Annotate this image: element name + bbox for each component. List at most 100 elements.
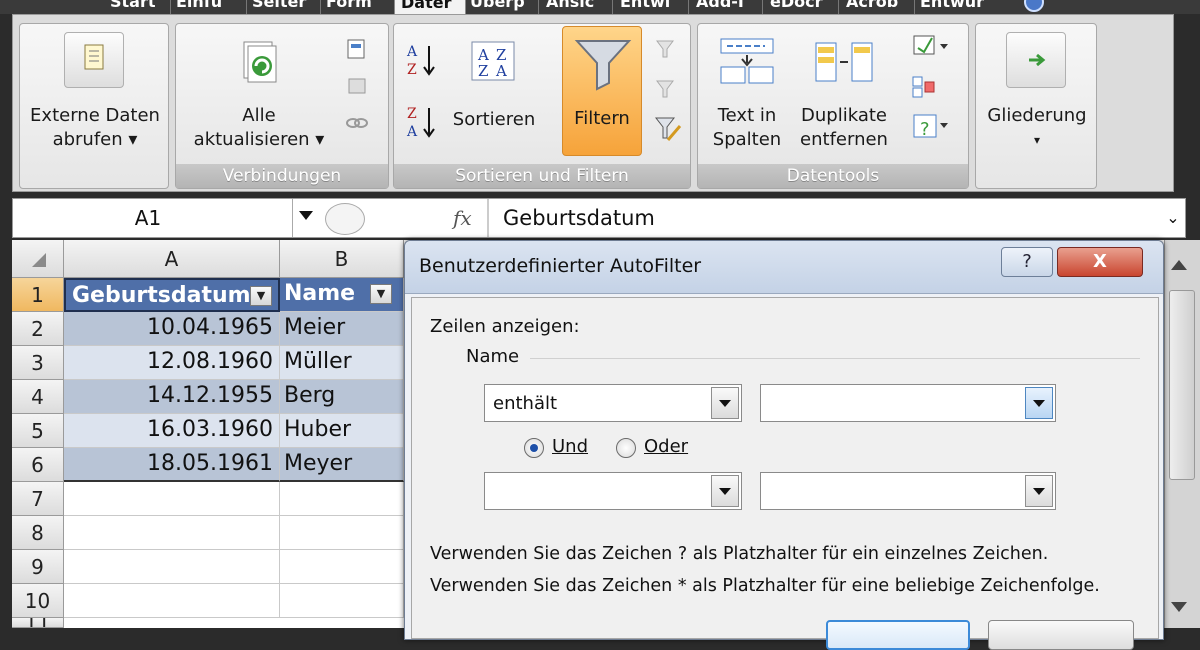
row-header[interactable]: 8	[12, 516, 64, 550]
column-header-b[interactable]: B	[280, 240, 404, 278]
tab-formeln[interactable]: Form	[326, 0, 386, 14]
table-cell[interactable]: 14.12.1955	[64, 380, 280, 414]
row-header[interactable]: 3	[12, 346, 64, 380]
table-cell[interactable]: 10.04.1965	[64, 312, 280, 346]
sort-descending-icon[interactable]: ZA	[404, 102, 440, 142]
refresh-all-icon[interactable]	[232, 36, 286, 90]
row-header[interactable]: 2	[12, 312, 64, 346]
remove-duplicates-icon[interactable]	[808, 34, 878, 88]
row-header[interactable]: 9	[12, 550, 64, 584]
empty-cell[interactable]	[280, 584, 404, 618]
remove-duplicates-label-1[interactable]: Duplikate	[794, 104, 894, 128]
or-radio[interactable]	[616, 438, 636, 458]
filter-button[interactable]: Filtern	[562, 26, 642, 156]
row-header[interactable]: 11	[12, 618, 64, 628]
external-data-label-1[interactable]: Externe Daten	[18, 104, 172, 128]
table-cell[interactable]: Berg	[280, 380, 404, 414]
cancel-button[interactable]	[988, 620, 1134, 650]
empty-cell[interactable]	[64, 516, 280, 550]
help-button[interactable]: ?	[1001, 247, 1053, 277]
connections-icon[interactable]	[342, 34, 372, 64]
select-all-corner[interactable]	[12, 240, 64, 278]
edit-links-icon[interactable]	[342, 108, 372, 138]
filter-dropdown-icon[interactable]: ▼	[250, 286, 272, 306]
tab-daten[interactable]: Dater	[394, 0, 466, 15]
outline-label-2[interactable]: ▾	[976, 128, 1098, 152]
refresh-all-label-1[interactable]: Alle	[224, 104, 294, 128]
tab-add-ins[interactable]: Add-I	[696, 0, 758, 14]
and-radio[interactable]	[524, 438, 544, 458]
text-to-columns-label-1[interactable]: Text in	[710, 104, 784, 128]
condition2-operator-select[interactable]	[484, 472, 742, 510]
table-cell[interactable]: 18.05.1961	[64, 448, 280, 482]
tab-seitenlayout[interactable]: Seiter	[252, 0, 318, 14]
tab-ansicht[interactable]: Ansic	[546, 0, 608, 14]
help-icon[interactable]	[1024, 0, 1044, 12]
empty-cell[interactable]	[64, 550, 280, 584]
vertical-scrollbar[interactable]	[1164, 240, 1200, 628]
name-box-dropdown-icon[interactable]	[299, 211, 313, 220]
tab-einfuegen[interactable]: Einfü	[176, 0, 242, 14]
table-cell[interactable]: Meier	[280, 312, 404, 346]
table-cell[interactable]: Meyer	[280, 448, 404, 482]
dialog-titlebar[interactable]: Benutzerdefinierter AutoFilter ? X	[405, 241, 1163, 294]
chevron-down-icon[interactable]	[711, 387, 739, 419]
chevron-down-icon[interactable]	[711, 475, 739, 507]
tab-acrobat[interactable]: Acrob	[846, 0, 910, 14]
refresh-all-label-2[interactable]: aktualisieren ▾	[184, 128, 334, 152]
empty-cell[interactable]	[64, 584, 280, 618]
close-button[interactable]: X	[1057, 247, 1143, 277]
properties-icon[interactable]	[342, 70, 372, 100]
sort-button-label[interactable]: Sortieren	[444, 108, 544, 132]
external-data-label-2[interactable]: abrufen ▾	[20, 128, 170, 152]
table-cell[interactable]: 16.03.1960	[64, 414, 280, 448]
condition2-value-input[interactable]	[760, 472, 1056, 510]
table-cell[interactable]: Müller	[280, 346, 404, 380]
formula-input[interactable]: Geburtsdatum	[503, 199, 1143, 237]
text-to-columns-label-2[interactable]: Spalten	[706, 128, 788, 152]
or-label[interactable]: Oder	[644, 436, 688, 457]
sort-dialog-icon[interactable]: AZZA	[466, 36, 520, 86]
tab-entwicklertools[interactable]: Entwi	[620, 0, 684, 14]
tab-edocprinter[interactable]: eDocr	[770, 0, 834, 14]
remove-duplicates-label-2[interactable]: entfernen	[794, 128, 894, 152]
condition1-value-input[interactable]	[760, 384, 1056, 422]
filter-dropdown-icon[interactable]: ▼	[370, 284, 392, 304]
clear-filter-icon[interactable]	[650, 34, 680, 64]
column-header-a[interactable]: A	[64, 240, 280, 278]
table-header-cell[interactable]: Name ▼	[280, 278, 404, 312]
external-data-button-frame[interactable]	[64, 32, 124, 88]
row-header[interactable]: 5	[12, 414, 64, 448]
text-to-columns-icon[interactable]	[716, 34, 778, 88]
row-header[interactable]: 6	[12, 448, 64, 482]
empty-cell[interactable]	[280, 550, 404, 584]
ok-button[interactable]	[826, 620, 970, 650]
chevron-down-icon[interactable]	[1025, 475, 1053, 507]
data-validation-icon[interactable]	[908, 32, 956, 60]
chevron-down-icon[interactable]	[1025, 387, 1053, 419]
scroll-up-icon[interactable]	[1171, 260, 1187, 270]
reapply-filter-icon[interactable]	[650, 74, 680, 104]
outline-label-1[interactable]: Gliederung	[976, 104, 1098, 128]
empty-cell[interactable]	[280, 516, 404, 550]
row-header[interactable]: 10	[12, 584, 64, 618]
sort-ascending-icon[interactable]: AZ	[404, 40, 440, 80]
scroll-thumb[interactable]	[1169, 290, 1195, 480]
row-header[interactable]: 4	[12, 380, 64, 414]
table-header-cell[interactable]: Geburtsdatum ▼	[64, 278, 280, 312]
row-header[interactable]: 7	[12, 482, 64, 516]
expand-formula-bar-icon[interactable]: ⌄	[1163, 205, 1183, 231]
table-cell[interactable]: Huber	[280, 414, 404, 448]
what-if-analysis-icon[interactable]: ?	[908, 110, 956, 142]
function-icon[interactable]: fx	[453, 203, 481, 233]
consolidate-icon[interactable]	[908, 72, 938, 102]
scroll-down-icon[interactable]	[1171, 602, 1187, 612]
tab-start[interactable]: Start	[110, 0, 168, 14]
condition1-operator-select[interactable]: enthält	[484, 384, 742, 422]
empty-cell[interactable]	[64, 482, 280, 516]
outline-button-frame[interactable]	[1006, 32, 1066, 88]
and-label[interactable]: Und	[552, 436, 588, 457]
advanced-filter-icon[interactable]	[650, 112, 684, 146]
table-cell[interactable]: 12.08.1960	[64, 346, 280, 380]
name-box[interactable]: A1	[13, 199, 293, 237]
